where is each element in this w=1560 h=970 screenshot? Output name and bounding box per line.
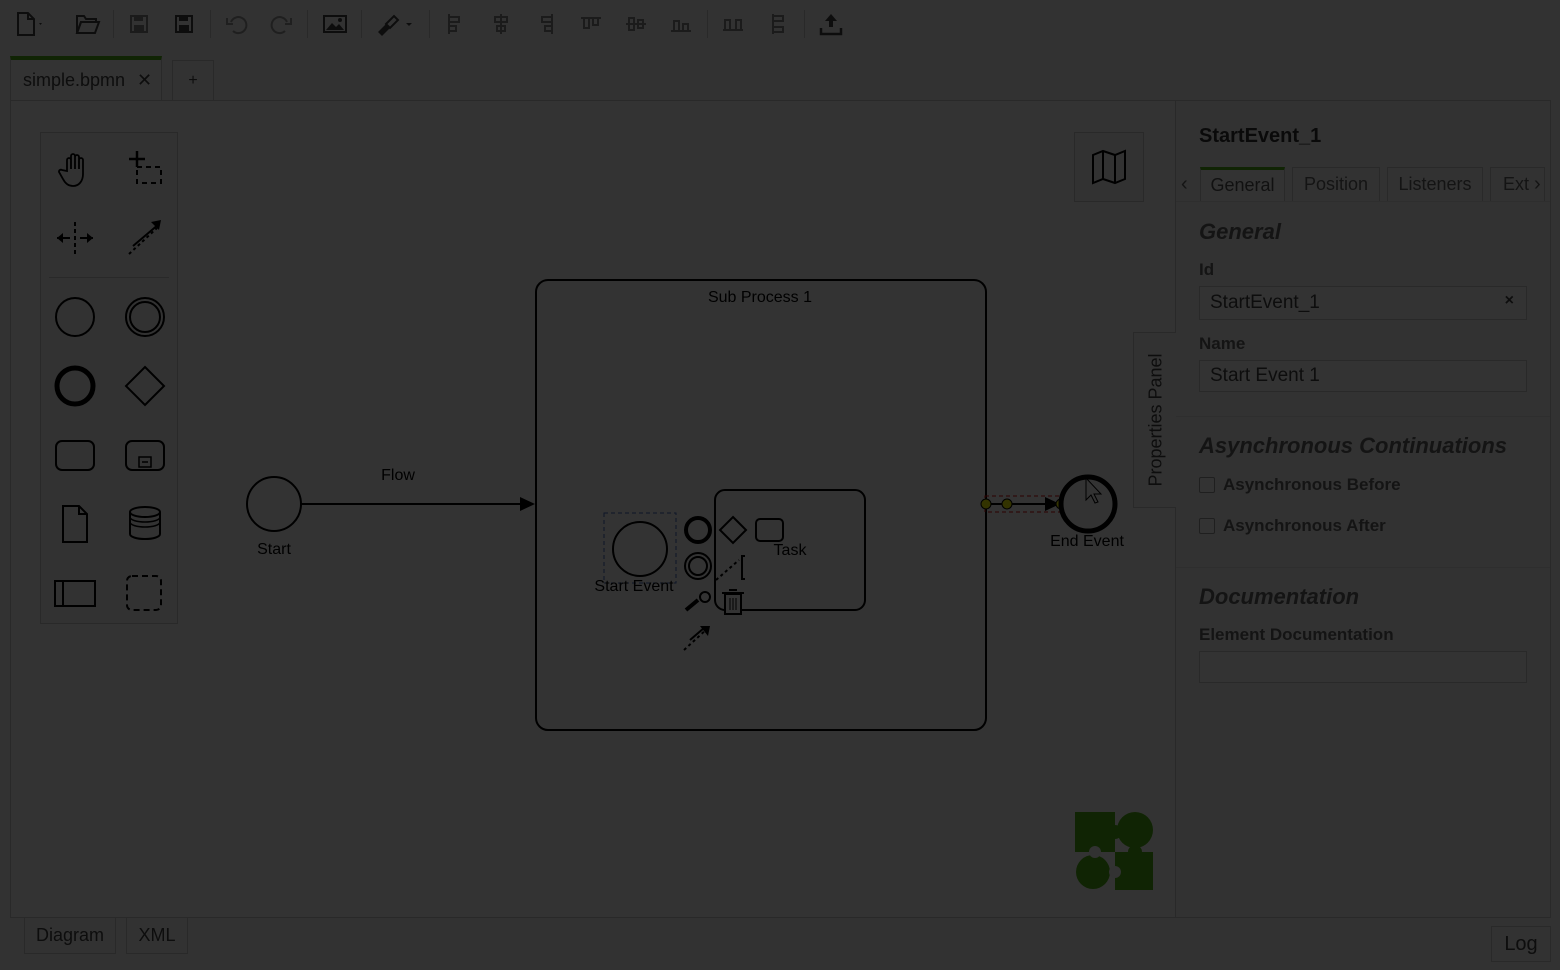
pool-icon[interactable] xyxy=(46,564,104,622)
async-after-checkbox[interactable]: Asynchronous After xyxy=(1199,516,1386,536)
data-object-icon[interactable] xyxy=(46,495,104,553)
properties-panel-toggle[interactable]: Properties Panel xyxy=(1133,332,1177,508)
data-store-icon[interactable] xyxy=(116,495,174,553)
async-before-box[interactable] xyxy=(1199,477,1215,493)
tabs-prev-icon[interactable]: ‹ xyxy=(1181,173,1188,196)
async-before-checkbox[interactable]: Asynchronous Before xyxy=(1199,475,1401,495)
start-event-icon[interactable] xyxy=(46,288,104,346)
end-event-label: End Event xyxy=(1050,533,1124,550)
group-general-title: General xyxy=(1199,219,1281,244)
subprocess-icon[interactable] xyxy=(116,426,174,484)
task-icon[interactable] xyxy=(46,426,104,484)
end-event-icon[interactable] xyxy=(46,357,104,415)
tabs-next-icon[interactable]: › xyxy=(1534,173,1541,196)
sequence-flow-end[interactable] xyxy=(980,495,1067,513)
delete-icon[interactable] xyxy=(722,589,744,615)
id-label: Id xyxy=(1199,260,1215,279)
start-event-label: Start xyxy=(257,541,291,558)
inner-start-event[interactable] xyxy=(612,521,668,577)
hand-tool-icon[interactable] xyxy=(46,140,104,198)
append-end-event-icon[interactable] xyxy=(684,516,712,544)
gateway-icon[interactable] xyxy=(116,357,174,415)
intermediate-event-icon[interactable] xyxy=(116,288,174,346)
async-after-box[interactable] xyxy=(1199,518,1215,534)
tab-diagram[interactable]: Diagram xyxy=(24,918,116,954)
clear-icon[interactable]: × xyxy=(1505,292,1514,310)
append-task-icon[interactable] xyxy=(755,518,784,542)
tool-palette xyxy=(40,132,178,624)
camunda-modeler-logo xyxy=(1075,812,1155,892)
tab-position[interactable]: Position xyxy=(1292,167,1380,201)
group-icon[interactable] xyxy=(116,564,174,622)
global-connect-icon[interactable] xyxy=(116,209,174,267)
group-async-title: Asynchronous Continuations xyxy=(1199,433,1507,458)
name-label: Name xyxy=(1199,334,1246,353)
properties-panel: StartEvent_1 ‹ General Position Listener… xyxy=(1176,100,1551,918)
tab-general[interactable]: General xyxy=(1200,167,1285,201)
flow-label: Flow xyxy=(381,467,415,484)
minimap-toggle-button[interactable] xyxy=(1074,132,1144,202)
space-tool-icon[interactable] xyxy=(46,209,104,267)
properties-panel-toggle-label: Properties Panel xyxy=(1145,353,1165,487)
name-field[interactable]: Start Event 1 xyxy=(1199,360,1527,392)
task-label: Task xyxy=(774,542,808,559)
log-button[interactable]: Log xyxy=(1491,926,1551,962)
sequence-flow[interactable] xyxy=(301,497,535,511)
async-after-label: Asynchronous After xyxy=(1223,516,1386,535)
id-value: StartEvent_1 xyxy=(1210,292,1320,313)
subprocess-label: Sub Process 1 xyxy=(708,289,812,306)
documentation-field[interactable] xyxy=(1199,651,1527,683)
lasso-tool-icon[interactable] xyxy=(116,140,174,198)
name-value: Start Event 1 xyxy=(1210,365,1320,386)
tab-xml[interactable]: XML xyxy=(126,918,188,954)
properties-title: StartEvent_1 xyxy=(1199,125,1322,147)
id-field[interactable]: StartEvent_1 × xyxy=(1199,286,1527,320)
group-documentation-title: Documentation xyxy=(1199,584,1360,609)
tab-listeners[interactable]: Listeners xyxy=(1387,167,1483,201)
map-icon xyxy=(1092,149,1126,185)
documentation-label: Element Documentation xyxy=(1199,625,1394,644)
async-before-label: Asynchronous Before xyxy=(1223,475,1401,494)
start-event[interactable] xyxy=(246,476,302,532)
append-intermediate-event-icon[interactable] xyxy=(684,552,712,580)
modeler-app: simple.bpmn ✕ + Start Flow Sub Process 1… xyxy=(0,0,1560,970)
inner-start-event-label: Start Event xyxy=(594,578,674,595)
